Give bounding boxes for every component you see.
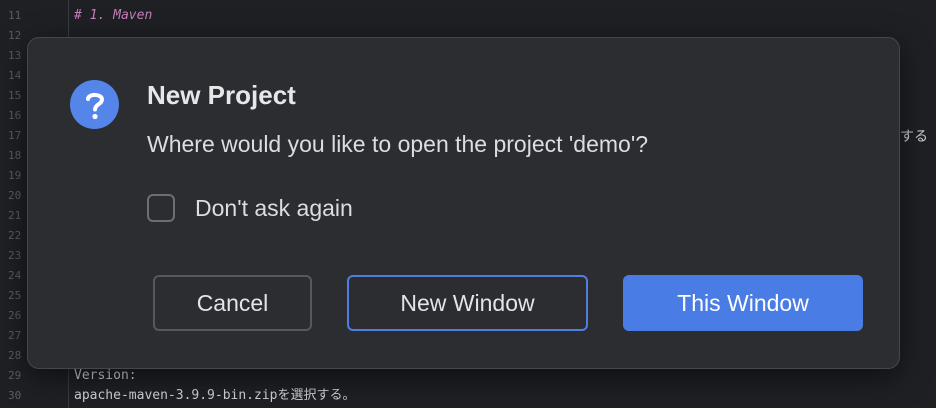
line-number: 11 (8, 9, 22, 22)
dialog-message: Where would you like to open the project… (147, 131, 649, 157)
dont-ask-again-row[interactable]: Don't ask again (147, 191, 353, 225)
question-mark-glyph (85, 92, 104, 119)
dont-ask-again-checkbox[interactable] (147, 194, 175, 222)
dont-ask-again-label[interactable]: Don't ask again (195, 191, 353, 225)
cancel-button[interactable]: Cancel (153, 275, 312, 331)
line-number: 29 (8, 369, 22, 382)
line-number: 30 (8, 389, 22, 402)
code-line-heading: # 1. Maven (74, 8, 153, 23)
dialog-title: New Project (147, 80, 296, 110)
code-line-fragment: する (900, 129, 928, 145)
new-window-button[interactable]: New Window (347, 275, 588, 331)
this-window-button[interactable]: This Window (623, 275, 863, 331)
code-line-version-label: Version: (74, 368, 137, 383)
question-icon (70, 80, 119, 129)
code-line-version-value: apache-maven-3.9.9-bin.zipを選択する。 (74, 388, 356, 403)
new-project-dialog: New Project Where would you like to open… (27, 37, 900, 369)
